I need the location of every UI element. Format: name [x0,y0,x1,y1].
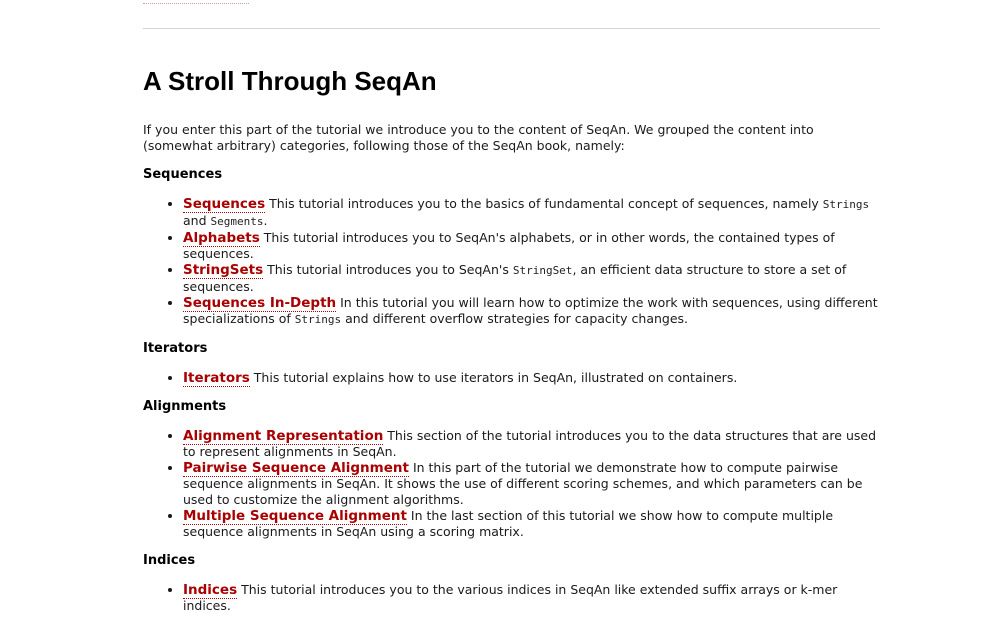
list-item: Pairwise Sequence Alignment In this part… [183,460,880,508]
iterators-list: Iterators This tutorial explains how to … [143,370,880,387]
page-title: A Stroll Through SeqAn [143,66,437,96]
section-heading-alignments: Alignments [143,399,227,414]
indices-list: Indices This tutorial introduces you to … [143,582,880,614]
list-item: Sequences In-Depth In this tutorial you … [183,295,880,328]
link-indices[interactable]: Indices [183,582,238,599]
section-heading-indices: Indices [143,553,196,568]
section-heading-sequences: Sequences [143,167,223,182]
item-description: This tutorial introduces you to SeqAn's [263,262,513,277]
item-description: . [263,213,268,228]
code-stringset: StringSet [512,264,573,277]
item-description: This tutorial introduces you to the vari… [183,582,838,613]
main-content: If you enter this part of the tutorial w… [143,122,880,627]
item-description: This tutorial introduces you to SeqAn's … [183,230,835,261]
link-alphabets[interactable]: Alphabets [183,230,260,247]
item-description: This tutorial introduces you to the basi… [265,196,823,211]
item-description: and different overflow strategies for ca… [341,311,689,326]
list-item: Alphabets This tutorial introduces you t… [183,230,880,262]
code-strings: Strings [294,313,342,326]
alignments-list: Alignment Representation This section of… [143,428,880,540]
list-item: Multiple Sequence Alignment In the last … [183,508,880,540]
list-item: Indices This tutorial introduces you to … [183,582,880,614]
list-item: Sequences This tutorial introduces you t… [183,196,880,230]
item-description: This tutorial explains how to use iterat… [249,370,738,385]
link-pairwise-sequence-alignment[interactable]: Pairwise Sequence Alignment [183,460,409,477]
list-item: StringSets This tutorial introduces you … [183,262,880,295]
link-iterators[interactable]: Iterators [183,370,250,387]
code-segments: Segments [210,215,264,228]
item-description: and [183,213,211,228]
link-multiple-sequence-alignment[interactable]: Multiple Sequence Alignment [183,508,407,525]
list-item: Alignment Representation This section of… [183,428,880,460]
link-alignment-representation[interactable]: Alignment Representation [183,428,384,445]
link-sequences-in-depth[interactable]: Sequences In-Depth [183,295,337,312]
header-divider [143,28,880,29]
top-navigation-link[interactable] [143,0,249,4]
link-sequences[interactable]: Sequences [183,196,266,213]
intro-paragraph: If you enter this part of the tutorial w… [143,122,814,153]
link-stringsets[interactable]: StringSets [183,262,264,279]
list-item: Iterators This tutorial explains how to … [183,370,880,387]
code-strings: Strings [822,198,870,211]
sequences-list: Sequences This tutorial introduces you t… [143,196,880,328]
section-heading-iterators: Iterators [143,341,208,356]
